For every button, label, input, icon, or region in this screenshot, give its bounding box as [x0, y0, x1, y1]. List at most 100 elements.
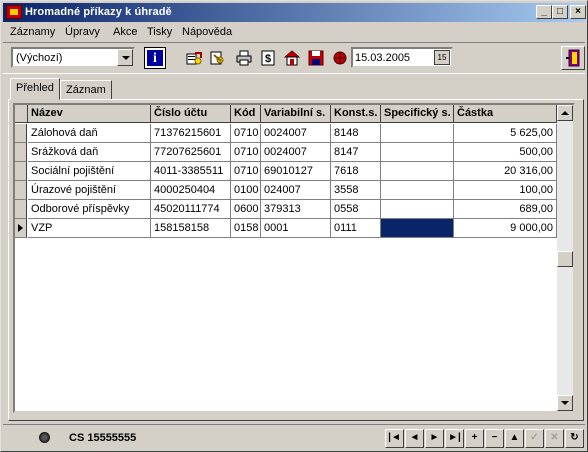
- row-indicator[interactable]: [15, 219, 27, 238]
- cell-variabilni[interactable]: 0001: [261, 219, 331, 238]
- post-record-button[interactable]: ✓: [525, 429, 544, 448]
- row-indicator[interactable]: [15, 143, 27, 162]
- cell-castka[interactable]: 500,00: [454, 143, 557, 162]
- menu-akce[interactable]: Akce: [113, 26, 137, 38]
- cell-cislo-uctu[interactable]: 158158158: [151, 219, 231, 238]
- save-button[interactable]: [305, 47, 327, 69]
- column-header-cislo-uctu[interactable]: Číslo účtu: [151, 105, 231, 123]
- cell-cislo-uctu[interactable]: 4011-3385511: [151, 162, 231, 181]
- calendar-icon[interactable]: 15: [434, 50, 450, 65]
- last-record-button[interactable]: ►|: [445, 429, 464, 448]
- cell-variabilni[interactable]: 0024007: [261, 124, 331, 143]
- connection-icon: [39, 432, 50, 443]
- cell-variabilni[interactable]: 0024007: [261, 143, 331, 162]
- cell-variabilni[interactable]: 69010127: [261, 162, 331, 181]
- cell-cislo-uctu[interactable]: 77207625601: [151, 143, 231, 162]
- info-button[interactable]: i: [144, 47, 166, 69]
- cell-kod[interactable]: 0158: [231, 219, 261, 238]
- data-grid[interactable]: Název Číslo účtu Kód Variabilní s. Konst…: [13, 103, 575, 413]
- cell-nazev[interactable]: Odborové příspěvky: [28, 200, 151, 219]
- column-header-castka[interactable]: Částka: [454, 105, 557, 123]
- row-indicator[interactable]: [15, 181, 27, 200]
- menu-upravy[interactable]: Úpravy: [65, 26, 100, 38]
- column-header-nazev[interactable]: Název: [28, 105, 151, 123]
- cell-castka[interactable]: 689,00: [454, 200, 557, 219]
- transfer-button[interactable]: [183, 47, 205, 69]
- delete-record-button[interactable]: −: [485, 429, 504, 448]
- column-header-variabilni[interactable]: Variabilní s.: [261, 105, 331, 123]
- column-header-konstantni[interactable]: Konst.s.: [331, 105, 381, 123]
- key-button[interactable]: [207, 47, 229, 69]
- cell-castka[interactable]: 9 000,00: [454, 219, 557, 238]
- filter-select[interactable]: (Výchozí): [11, 47, 135, 68]
- cell-specificky[interactable]: [381, 143, 454, 162]
- row-indicator[interactable]: [15, 200, 27, 219]
- cell-konstantni[interactable]: 8147: [331, 143, 381, 162]
- cell-specificky[interactable]: [381, 162, 454, 181]
- column-header-kod[interactable]: Kód: [231, 105, 261, 123]
- cell-cislo-uctu[interactable]: 71376215601: [151, 124, 231, 143]
- edit-record-button[interactable]: ▲: [505, 429, 524, 448]
- export-button[interactable]: [281, 47, 303, 69]
- cancel-record-button[interactable]: ✕: [545, 429, 564, 448]
- column-header-specificky[interactable]: Specifický s.: [381, 105, 454, 123]
- cell-castka[interactable]: 5 625,00: [454, 124, 557, 143]
- tab-prehled[interactable]: Přehled: [10, 78, 60, 100]
- cell-cislo-uctu[interactable]: 4000250404: [151, 181, 231, 200]
- menu-zaznamy[interactable]: Záznamy: [10, 26, 55, 38]
- cell-specificky[interactable]: [381, 124, 454, 143]
- close-button[interactable]: ×: [570, 5, 586, 19]
- cell-nazev[interactable]: Srážková daň: [28, 143, 151, 162]
- next-record-button[interactable]: ►: [425, 429, 444, 448]
- money-button[interactable]: $: [257, 47, 279, 69]
- cell-specificky[interactable]: [381, 200, 454, 219]
- cell-specificky[interactable]: [381, 181, 454, 200]
- cell-konstantni[interactable]: 0111: [331, 219, 381, 238]
- cell-konstantni[interactable]: 3558: [331, 181, 381, 200]
- insert-record-button[interactable]: +: [465, 429, 484, 448]
- cell-kod[interactable]: 0710: [231, 143, 261, 162]
- maximize-button[interactable]: □: [552, 5, 568, 19]
- info-icon: i: [153, 51, 157, 66]
- date-input[interactable]: 15.03.2005 15: [351, 47, 453, 68]
- row-indicator[interactable]: [15, 162, 27, 181]
- date-value: 15.03.2005: [355, 52, 411, 64]
- cell-konstantni[interactable]: 8148: [331, 124, 381, 143]
- print-button[interactable]: [233, 47, 255, 69]
- network-button[interactable]: [329, 47, 351, 69]
- printer-icon: [236, 50, 252, 66]
- cell-kod[interactable]: 0710: [231, 162, 261, 181]
- menu-tisky[interactable]: Tisky: [147, 26, 172, 38]
- cell-konstantni[interactable]: 7618: [331, 162, 381, 181]
- window-title: Hromadné příkazy k úhradě: [25, 6, 172, 18]
- cell-nazev[interactable]: Zálohová daň: [28, 124, 151, 143]
- cell-kod[interactable]: 0600: [231, 200, 261, 219]
- scroll-up-icon[interactable]: [557, 105, 573, 121]
- cell-cislo-uctu[interactable]: 45020111774: [151, 200, 231, 219]
- cell-nazev[interactable]: Úrazové pojištění: [28, 181, 151, 200]
- cell-variabilni[interactable]: 379313: [261, 200, 331, 219]
- cell-castka[interactable]: 100,00: [454, 181, 557, 200]
- prior-record-button[interactable]: ◄: [405, 429, 424, 448]
- chevron-down-icon[interactable]: [117, 49, 133, 66]
- menu-napoveda[interactable]: Nápověda: [182, 26, 232, 38]
- scroll-down-icon[interactable]: [557, 395, 573, 411]
- cell-nazev[interactable]: VZP: [28, 219, 151, 238]
- minimize-button[interactable]: _: [536, 5, 552, 19]
- cell-konstantni[interactable]: 0558: [331, 200, 381, 219]
- cell-kod[interactable]: 0100: [231, 181, 261, 200]
- cell-variabilni[interactable]: 024007: [261, 181, 331, 200]
- first-record-button[interactable]: |◄: [385, 429, 404, 448]
- floppy-icon: [308, 50, 324, 66]
- tab-zaznam[interactable]: Záznam: [60, 80, 112, 100]
- app-icon: [6, 5, 22, 19]
- cell-nazev[interactable]: Sociální pojištění: [28, 162, 151, 181]
- row-indicator[interactable]: [15, 124, 27, 143]
- cell-kod[interactable]: 0710: [231, 124, 261, 143]
- refresh-record-button[interactable]: ↻: [565, 429, 584, 448]
- cell-specificky[interactable]: [381, 219, 454, 238]
- vertical-scrollbar[interactable]: [557, 105, 573, 411]
- cell-castka[interactable]: 20 316,00: [454, 162, 557, 181]
- exit-button[interactable]: [561, 46, 585, 70]
- scroll-thumb[interactable]: [557, 251, 573, 267]
